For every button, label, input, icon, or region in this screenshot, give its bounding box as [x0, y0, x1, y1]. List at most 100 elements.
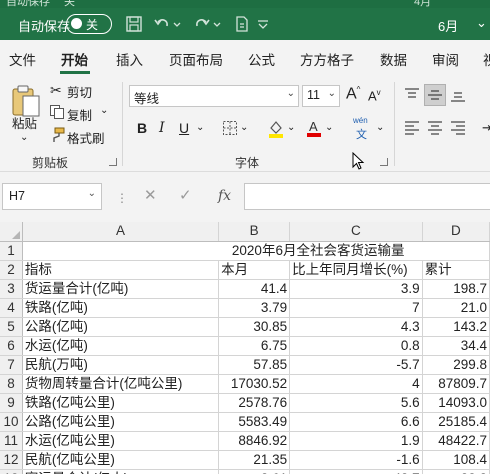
align-top-icon[interactable]	[404, 88, 420, 102]
font-launcher-icon[interactable]	[380, 158, 388, 166]
clipboard-launcher-icon[interactable]	[109, 158, 117, 166]
cell-d[interactable]: 38.2	[422, 469, 490, 474]
row-header[interactable]: 1	[0, 241, 23, 261]
grow-font-button[interactable]: A^	[346, 85, 360, 103]
cell-b[interactable]: 21.35	[218, 450, 291, 470]
row-header[interactable]: 4	[0, 298, 23, 318]
tab-insert[interactable]: 插入	[116, 49, 143, 69]
redo-icon[interactable]	[192, 14, 212, 34]
select-all-corner[interactable]	[0, 222, 23, 242]
document-icon[interactable]	[232, 14, 252, 34]
cell-b[interactable]: 57.85	[218, 355, 291, 375]
sheet-title-cell[interactable]: 2020年6月全社会客货运输量	[22, 241, 490, 261]
tab-home[interactable]: 开始	[61, 49, 88, 69]
wrap-text-icon[interactable]: ⇥	[482, 120, 490, 136]
cell-c[interactable]: -1.6	[289, 450, 423, 470]
cell-b[interactable]: 本月	[218, 260, 291, 280]
cell-c[interactable]: -5.7	[289, 355, 423, 375]
formula-input[interactable]	[244, 183, 490, 210]
align-middle-button[interactable]	[424, 84, 446, 106]
phonetic-dropdown-icon[interactable]: ⌄	[376, 122, 384, 133]
cell-d[interactable]: 14093.0	[422, 393, 490, 413]
cell-a[interactable]: 货物周转量合计(亿吨公里)	[22, 374, 220, 394]
cell-d[interactable]: 87809.7	[422, 374, 490, 394]
font-name-combo[interactable]: 等线 ⌄	[129, 85, 299, 107]
cell-d[interactable]: 143.2	[422, 317, 490, 337]
enter-icon[interactable]: ✓	[179, 186, 192, 204]
cell-a[interactable]: 客运量合计(亿人)	[22, 469, 220, 474]
cell-a[interactable]: 铁路(亿吨公里)	[22, 393, 220, 413]
row-header[interactable]: 13	[0, 469, 23, 474]
shrink-font-button[interactable]: Av	[368, 88, 381, 103]
cell-c[interactable]: 4	[289, 374, 423, 394]
redo-dropdown-icon[interactable]	[212, 14, 222, 34]
align-right-icon[interactable]	[450, 121, 466, 135]
cell-c[interactable]: 0.8	[289, 336, 423, 356]
cell-d[interactable]: 108.4	[422, 450, 490, 470]
cell-d[interactable]: 累计	[422, 260, 490, 280]
cell-b[interactable]: 8.61	[218, 469, 291, 474]
paste-dropdown-icon[interactable]: ⌄	[20, 132, 28, 143]
cell-a[interactable]: 水运(亿吨公里)	[22, 431, 220, 451]
cell-b[interactable]: 30.85	[218, 317, 291, 337]
copy-dropdown-icon[interactable]: ⌄	[100, 105, 108, 116]
cell-c[interactable]: 比上年同月增长(%)	[289, 260, 423, 280]
row-header[interactable]: 11	[0, 431, 23, 451]
cell-d[interactable]: 21.0	[422, 298, 490, 318]
undo-dropdown-icon[interactable]	[172, 14, 182, 34]
borders-dropdown-icon[interactable]: ⌄	[240, 122, 248, 133]
tab-page-layout[interactable]: 页面布局	[169, 49, 223, 69]
format-painter-button[interactable]: 格式刷	[67, 128, 105, 147]
row-header[interactable]: 10	[0, 412, 23, 432]
tab-fangfang[interactable]: 方方格子	[300, 49, 354, 69]
font-color-dropdown-icon[interactable]: ⌄	[325, 122, 333, 133]
customize-quick-access-icon[interactable]	[256, 14, 270, 34]
cell-a[interactable]: 水运(亿吨)	[22, 336, 220, 356]
cell-c[interactable]: 6.6	[289, 412, 423, 432]
cancel-icon[interactable]: ✕	[144, 186, 157, 204]
column-header-b[interactable]: B	[218, 222, 291, 242]
autosave-toggle[interactable]: 关	[66, 14, 112, 34]
fill-color-icon[interactable]	[267, 119, 285, 139]
row-header[interactable]: 9	[0, 393, 23, 413]
cell-d[interactable]: 299.8	[422, 355, 490, 375]
chevron-down-icon[interactable]: ⌄	[476, 15, 487, 31]
cell-c[interactable]: 4.3	[289, 317, 423, 337]
tab-data[interactable]: 数据	[380, 49, 407, 69]
column-header-a[interactable]: A	[22, 222, 220, 242]
insert-function-button[interactable]: fx	[218, 188, 231, 204]
undo-icon[interactable]	[152, 14, 172, 34]
cell-d[interactable]: 198.7	[422, 279, 490, 299]
cut-button[interactable]: 剪切	[67, 82, 92, 101]
column-header-d[interactable]: D	[422, 222, 490, 242]
cell-a[interactable]: 民航(亿吨公里)	[22, 450, 220, 470]
cell-b[interactable]: 2578.76	[218, 393, 291, 413]
column-header-c[interactable]: C	[289, 222, 423, 242]
borders-icon[interactable]	[222, 120, 238, 136]
tab-file[interactable]: 文件	[9, 49, 36, 69]
row-header[interactable]: 7	[0, 355, 23, 375]
cell-a[interactable]: 指标	[22, 260, 220, 280]
font-size-combo[interactable]: 11 ⌄	[302, 85, 340, 107]
align-bottom-icon[interactable]	[450, 88, 466, 102]
cell-d[interactable]: 48422.7	[422, 431, 490, 451]
row-header[interactable]: 3	[0, 279, 23, 299]
cell-b[interactable]: 8846.92	[218, 431, 291, 451]
underline-dropdown-icon[interactable]: ⌄	[196, 122, 204, 133]
align-center-icon[interactable]	[427, 121, 443, 135]
phonetic-guide-button[interactable]: wén	[353, 116, 368, 125]
align-left-icon[interactable]	[404, 121, 420, 135]
tab-formulas[interactable]: 公式	[248, 49, 275, 69]
copy-button[interactable]: 复制	[67, 105, 92, 124]
row-header[interactable]: 8	[0, 374, 23, 394]
cell-c[interactable]: 1.9	[289, 431, 423, 451]
save-icon[interactable]	[124, 14, 144, 34]
bold-button[interactable]: B	[137, 120, 147, 136]
name-box[interactable]: H7 ⌄	[2, 183, 102, 210]
italic-button[interactable]: I	[159, 120, 165, 136]
cell-c[interactable]: 5.6	[289, 393, 423, 413]
paste-button[interactable]: 粘贴	[12, 113, 37, 132]
underline-button[interactable]: U	[179, 120, 189, 136]
document-title[interactable]: 6月	[438, 16, 458, 35]
cell-a[interactable]: 公路(亿吨公里)	[22, 412, 220, 432]
